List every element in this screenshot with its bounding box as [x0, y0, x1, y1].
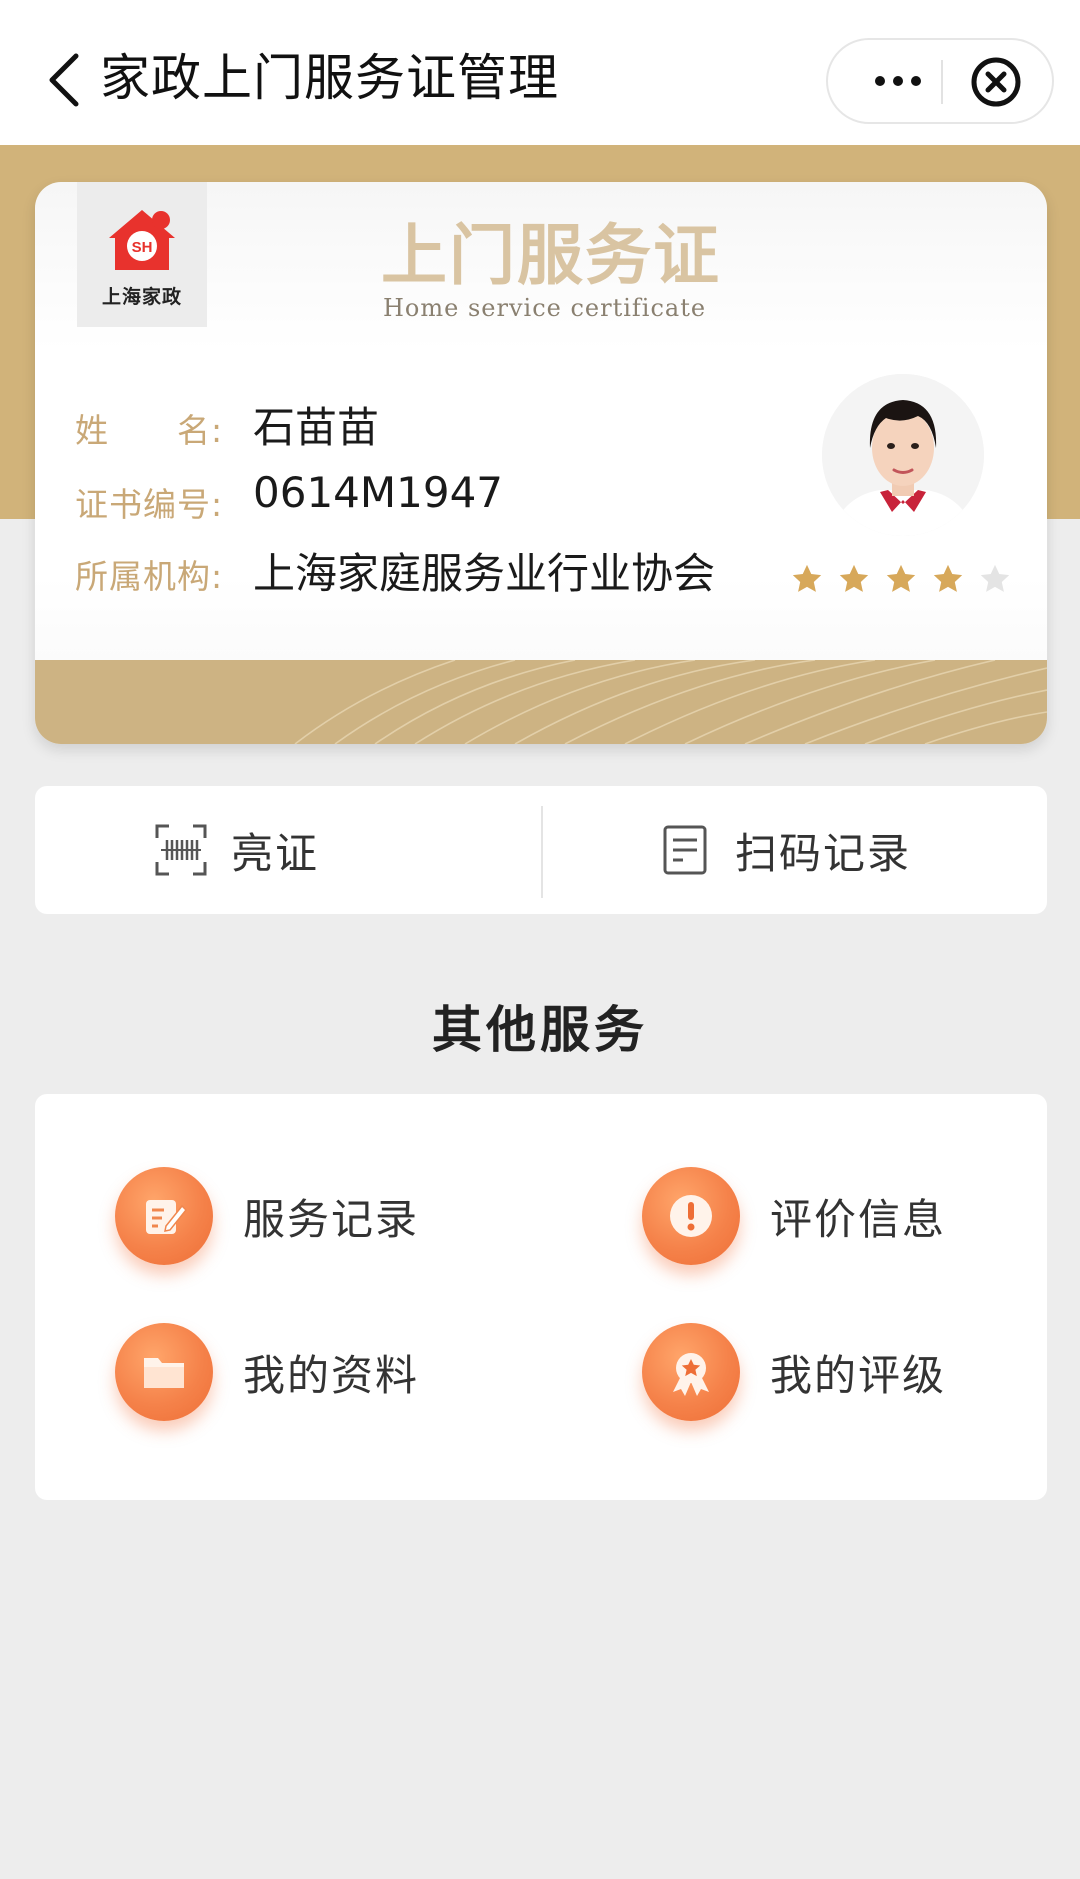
star-empty-icon — [980, 564, 1010, 592]
barcode-scan-icon — [155, 824, 207, 876]
actions-divider — [541, 806, 543, 898]
rating-stars — [790, 562, 1012, 596]
star-filled-icon — [886, 564, 916, 592]
navigation-bar: 家政上门服务证管理 — [0, 0, 1080, 145]
close-icon[interactable] — [968, 54, 1024, 110]
my-profile-label: 我的资料 — [243, 1350, 420, 1400]
other-services-title: 其他服务 — [432, 1001, 648, 1059]
capsule-divider — [941, 60, 943, 104]
name-value: 石苗苗 — [253, 403, 380, 452]
wave-pattern — [294, 660, 1047, 744]
house-logo-icon: SH — [109, 210, 175, 270]
scan-records-label: 扫码记录 — [735, 828, 912, 878]
review-info-label: 评价信息 — [770, 1194, 947, 1244]
exclamation-icon — [642, 1167, 740, 1265]
logo-badge: SH — [132, 239, 153, 256]
scan-records-button[interactable]: 扫码记录 — [659, 786, 911, 914]
service-records-button[interactable]: 服务记录 — [115, 1166, 419, 1266]
star-filled-icon — [839, 564, 869, 592]
mini-program-capsule — [826, 38, 1054, 124]
page-title: 家政上门服务证管理 — [100, 49, 559, 107]
organization-label: 所属机构: — [75, 557, 224, 596]
more-options-icon[interactable] — [862, 40, 934, 122]
folder-icon — [115, 1323, 213, 1421]
organization-logo: SH 上海家政 — [77, 182, 207, 327]
service-records-label: 服务记录 — [243, 1194, 420, 1244]
card-footer-pattern — [35, 660, 1047, 744]
organization-value: 上海家庭服务业行业协会 — [253, 549, 716, 598]
logo-text: 上海家政 — [101, 286, 182, 308]
my-rating-button[interactable]: 我的评级 — [642, 1322, 946, 1422]
my-profile-button[interactable]: 我的资料 — [115, 1322, 419, 1422]
certificate-number-value: 0614M1947 — [253, 468, 504, 517]
my-rating-label: 我的评级 — [770, 1350, 947, 1400]
back-arrow-icon[interactable] — [44, 52, 84, 108]
certificate-number-label: 证书编号: — [75, 485, 224, 524]
show-certificate-label: 亮证 — [231, 828, 320, 878]
show-certificate-button[interactable]: 亮证 — [155, 786, 319, 914]
star-filled-icon — [792, 564, 822, 592]
certificate-actions-bar: 亮证 扫码记录 — [35, 786, 1047, 914]
name-label: 姓 名: — [75, 411, 224, 450]
award-medal-icon — [642, 1323, 740, 1421]
review-info-button[interactable]: 评价信息 — [642, 1166, 946, 1266]
avatar — [822, 374, 984, 536]
document-list-icon — [663, 825, 707, 875]
other-services-panel: 服务记录 评价信息 我的资料 我的评级 — [35, 1094, 1047, 1500]
portrait-image — [822, 374, 984, 536]
edit-document-icon — [115, 1167, 213, 1265]
star-filled-icon — [933, 564, 963, 592]
certificate-heading: 上门服务证 — [381, 217, 721, 294]
service-certificate-card: SH 上海家政 上门服务证 Home service certificate 姓… — [35, 182, 1047, 744]
certificate-subheading: Home service certificate — [383, 294, 707, 322]
